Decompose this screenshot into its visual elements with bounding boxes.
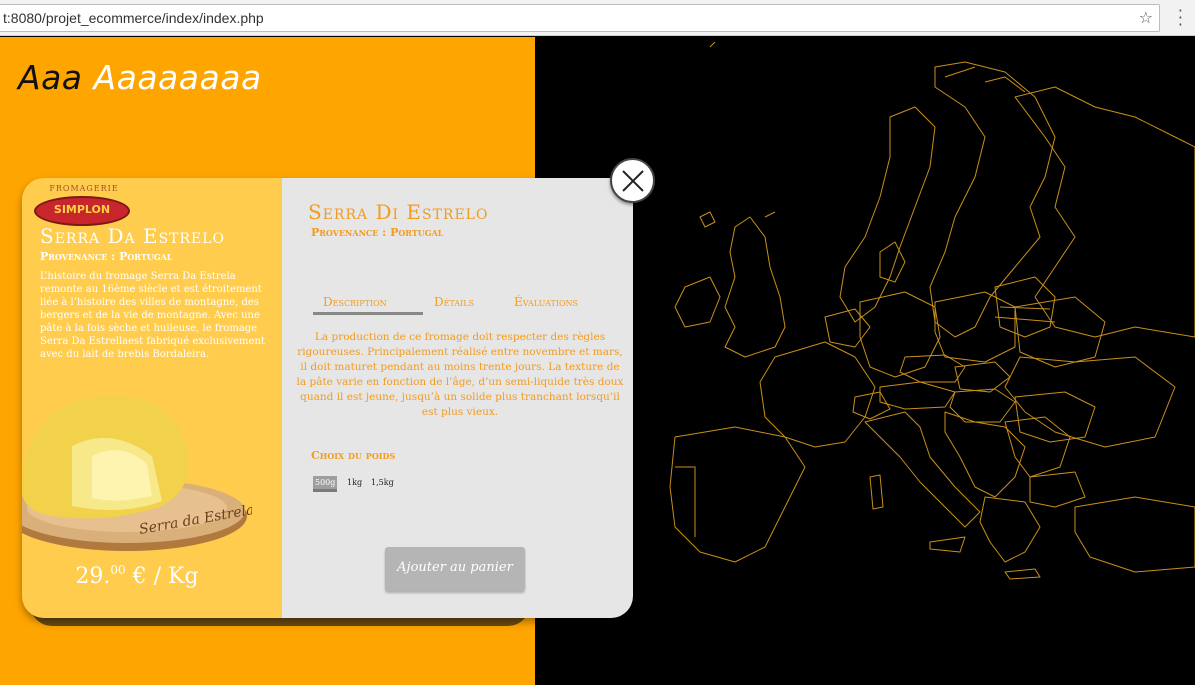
detail-title: Serra Di Estrelo [308, 200, 489, 224]
product-card: FROMAGERIE SIMPLON Serra Da Estrelo Prov… [22, 178, 282, 618]
active-tab-indicator [313, 312, 423, 315]
tab-evaluations[interactable]: Évaluations [514, 295, 578, 309]
tab-details[interactable]: Détails [434, 295, 474, 309]
kebab-menu-icon[interactable]: · · · [1178, 3, 1183, 33]
brand-logo: FROMAGERIE SIMPLON [34, 184, 130, 228]
detail-provenance: Provenance : Portugal [311, 226, 444, 239]
cheese-image: Serra da Estrela [22, 395, 252, 551]
detail-description-text: La production de ce fromage doit respect… [296, 331, 624, 418]
price-unit: € / Kg [125, 564, 199, 589]
card-title: Serra Da Estrelo [40, 224, 226, 248]
add-to-cart-button[interactable]: Ajouter au panier [385, 547, 525, 591]
price-integer: 29. [75, 564, 111, 589]
tab-description[interactable]: Description [323, 295, 387, 309]
weight-choice-title: Choix du poids [311, 449, 396, 462]
card-description: L’histoire du fromage Serra Da Estrela r… [40, 271, 265, 360]
star-icon[interactable]: ☆ [1139, 8, 1153, 27]
card-provenance: Provenance : Portugal [40, 250, 173, 263]
product-detail-panel: Serra Di Estrelo Provenance : Portugal D… [282, 178, 633, 618]
map-panel [535, 37, 1195, 685]
europe-map[interactable] [535, 37, 1195, 685]
close-icon[interactable] [621, 169, 645, 193]
product-modal: FROMAGERIE SIMPLON Serra Da Estrelo Prov… [22, 178, 633, 618]
logo-top-text: FROMAGERIE [49, 184, 119, 193]
weight-option-1kg[interactable]: 1kg [345, 476, 364, 489]
close-modal-button[interactable] [610, 158, 655, 203]
weight-option-500g[interactable]: 500g [313, 476, 338, 492]
site-title-light: Aaaaaaaa [93, 58, 262, 97]
card-price: 29.00 € / Kg [22, 563, 252, 589]
weight-option-1-5kg[interactable]: 1,5kg [369, 476, 396, 489]
price-decimals: 00 [110, 563, 126, 577]
browser-toolbar: t:8080/projet_ecommerce/index/index.php … [0, 0, 1195, 36]
url-text[interactable]: t:8080/projet_ecommerce/index/index.php [3, 10, 264, 26]
address-bar[interactable]: t:8080/projet_ecommerce/index/index.php … [0, 4, 1160, 32]
site-title-dark: Aaa [18, 58, 83, 97]
site-title: Aaa Aaaaaaaa [18, 58, 262, 97]
logo-brand-text: SIMPLON [53, 203, 111, 216]
